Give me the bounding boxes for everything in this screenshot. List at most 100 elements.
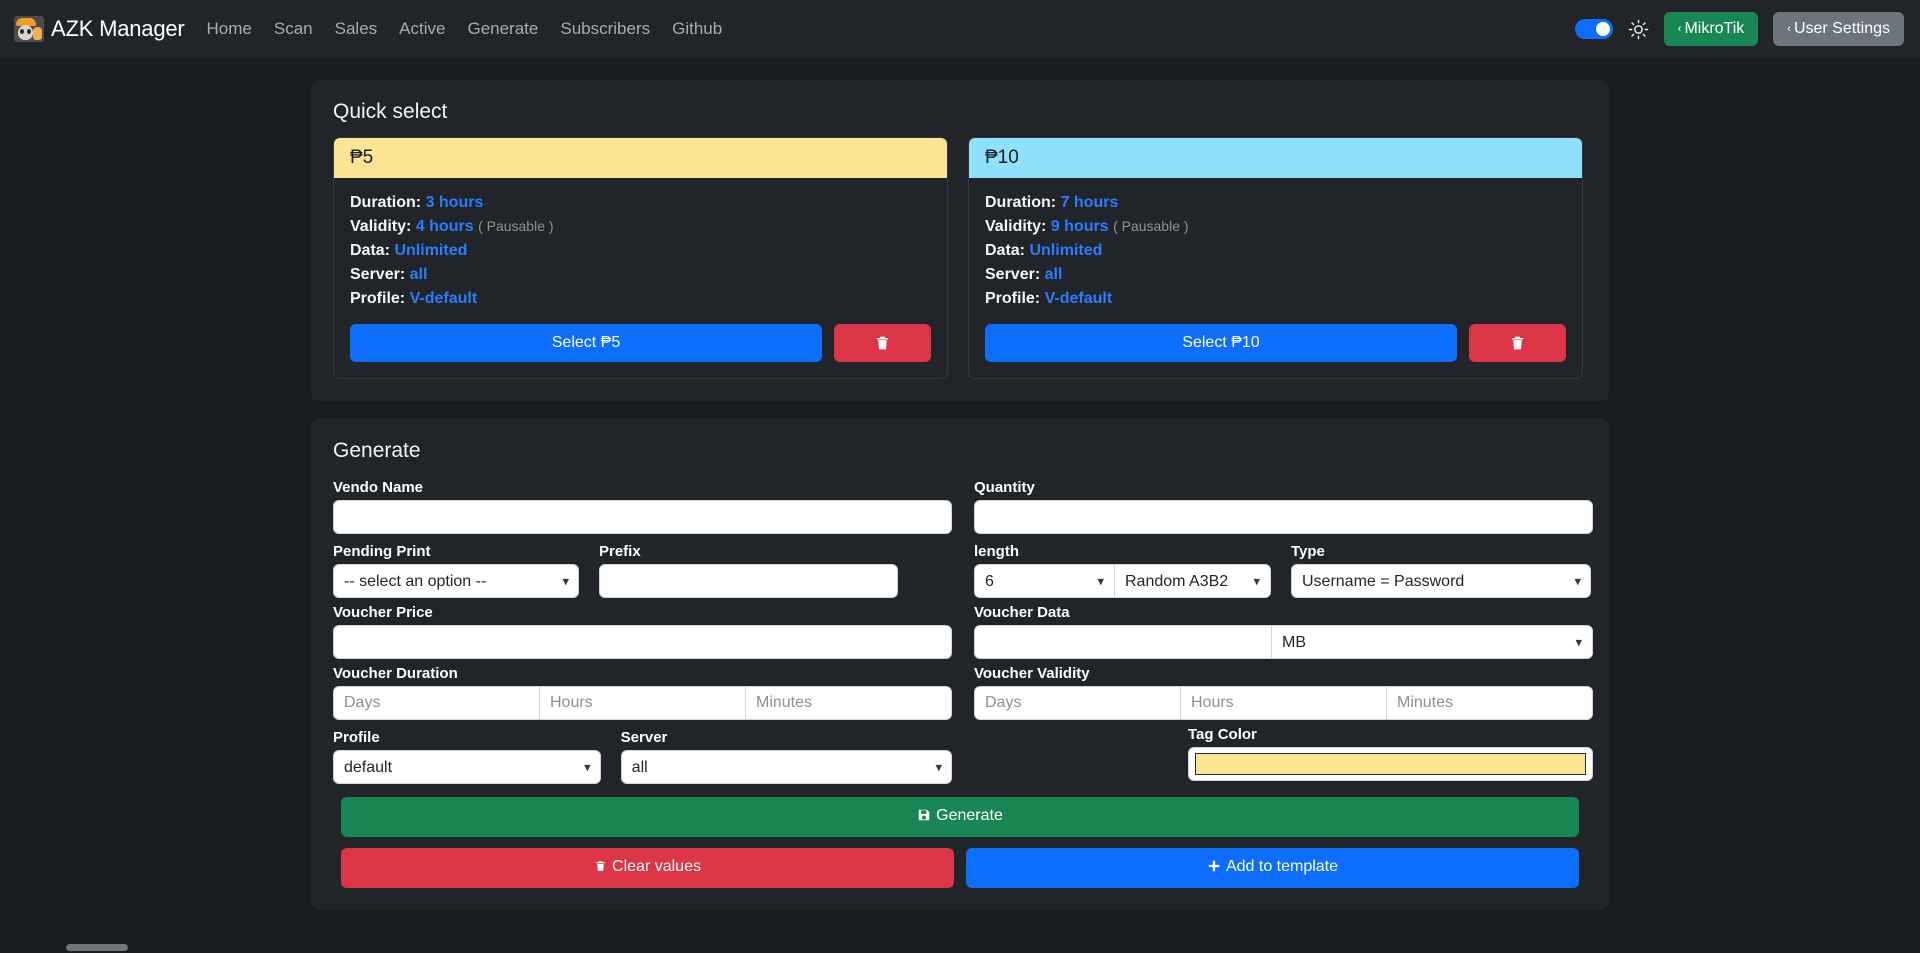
nav-item-subscribers[interactable]: Subscribers <box>560 19 650 39</box>
add-to-template-button[interactable]: Add to template <box>966 848 1579 888</box>
data-value: Unlimited <box>1029 242 1103 259</box>
server-value: all <box>409 266 428 283</box>
profile-server-row: Profile default ▾ Server all ▾ <box>333 726 952 784</box>
nav-item-scan[interactable]: Scan <box>274 19 313 39</box>
select-voucher-button[interactable]: Select ₱5 <box>350 324 822 362</box>
length-group: 6 ▾ Random A3B2 ▾ <box>974 564 1271 598</box>
vendo-name-input[interactable] <box>333 500 952 534</box>
voucher-data-input[interactable] <box>975 626 1271 658</box>
voucher-data-row: Data: Unlimited <box>350 239 931 263</box>
user-settings-button[interactable]: ‹ User Settings <box>1773 12 1904 46</box>
tag-color-swatch[interactable] <box>1195 753 1586 775</box>
theme-toggle-switch[interactable] <box>1574 19 1613 39</box>
voucher-validity-days-input[interactable] <box>975 687 1180 719</box>
prefix-field: Prefix <box>599 540 898 598</box>
generate-title: Generate <box>333 439 421 462</box>
type-label: Type <box>1291 543 1325 560</box>
quantity-label: Quantity <box>974 479 1035 496</box>
voucher-card-actions: Select ₱5 <box>350 324 931 362</box>
type-field: Type Username = Password ▾ <box>1291 540 1591 598</box>
sun-icon[interactable] <box>1628 19 1649 40</box>
generate-secondary-actions: Clear values Add to template <box>341 848 1579 888</box>
length-size-select[interactable]: 6 <box>975 565 1114 597</box>
nav-item-github[interactable]: Github <box>672 19 722 39</box>
duration-value: 7 hours <box>1060 194 1119 211</box>
voucher-data-group: MB ▾ <box>974 625 1593 659</box>
voucher-duration-days-input[interactable] <box>334 687 539 719</box>
clear-values-button[interactable]: Clear values <box>341 848 954 888</box>
prefix-label: Prefix <box>599 543 641 560</box>
voucher-duration-minutes-input[interactable] <box>746 687 951 719</box>
length-field: length 6 ▾ Random A3B2 ▾ <box>974 540 1271 598</box>
voucher-price-label: Voucher Price <box>333 604 433 621</box>
prefix-input[interactable] <box>599 564 898 598</box>
voucher-card-actions: Select ₱10 <box>985 324 1566 362</box>
voucher-data-unit-select[interactable]: MB <box>1272 626 1592 658</box>
nav-item-home[interactable]: Home <box>207 19 252 39</box>
server-label: Server: <box>985 266 1041 283</box>
voucher-validity-row: Validity: 9 hours ( Pausable ) <box>985 215 1566 239</box>
nav-item-active[interactable]: Active <box>399 19 445 39</box>
validity-label: Validity: <box>985 218 1047 235</box>
clear-values-button-label: Clear values <box>612 858 701 875</box>
server-label: Server: <box>350 266 406 283</box>
voucher-validity-row: Validity: 4 hours ( Pausable ) <box>350 215 931 239</box>
voucher-duration-hours-input[interactable] <box>540 687 745 719</box>
quick-select-panel: Quick select ₱5 Duration: 3 hours Validi… <box>311 80 1609 401</box>
top-navbar: AZK Manager Home Scan Sales Active Gener… <box>0 0 1920 58</box>
type-select[interactable]: Username = Password <box>1291 564 1591 598</box>
length-label: length <box>974 543 1019 560</box>
voucher-card-header: ₱5 <box>334 138 947 178</box>
server-select[interactable]: all <box>620 750 952 784</box>
voucher-validity-hours-input[interactable] <box>1181 687 1386 719</box>
save-icon <box>917 808 931 827</box>
delete-voucher-button[interactable] <box>1469 324 1566 362</box>
mikrotik-button[interactable]: ‹ MikroTik <box>1663 12 1759 46</box>
validity-value: 4 hours <box>415 218 474 235</box>
profile-value: V-default <box>409 290 478 307</box>
validity-value: 9 hours <box>1050 218 1109 235</box>
voucher-card-header: ₱10 <box>969 138 1582 178</box>
profile-select[interactable]: default <box>333 750 601 784</box>
add-to-template-button-label: Add to template <box>1225 858 1339 875</box>
nav-item-generate[interactable]: Generate <box>467 19 538 39</box>
mikrotik-button-label: MikroTik <box>1684 20 1745 37</box>
voucher-validity-group <box>974 686 1593 720</box>
pending-print-select[interactable]: -- select an option -- <box>333 564 579 598</box>
pending-print-field: Pending Print -- select an option -- ▾ <box>333 540 579 598</box>
voucher-duration-group <box>333 686 952 720</box>
tag-color-picker[interactable] <box>1188 747 1593 781</box>
generate-right-column: Quantity length 6 ▾ Random A3B2 ▾ Type U… <box>974 476 1593 784</box>
voucher-validity-minutes-input[interactable] <box>1387 687 1592 719</box>
voucher-duration-label: Voucher Duration <box>333 665 458 682</box>
brand-link[interactable]: AZK Manager <box>14 16 185 42</box>
generate-actions: Generate Clear values Add to template <box>333 797 1587 888</box>
delete-voucher-button[interactable] <box>834 324 931 362</box>
voucher-card: ₱5 Duration: 3 hours Validity: 4 hours (… <box>333 137 948 379</box>
voucher-card: ₱10 Duration: 7 hours Validity: 9 hours … <box>968 137 1583 379</box>
horizontal-scrollbar[interactable] <box>0 941 1920 953</box>
voucher-price-input[interactable] <box>333 625 952 659</box>
voucher-price: ₱10 <box>985 147 1019 168</box>
quick-select-card-row: ₱5 Duration: 3 hours Validity: 4 hours (… <box>333 137 1587 379</box>
generate-button[interactable]: Generate <box>341 797 1579 837</box>
navbar-right-group: ‹ MikroTik ‹ User Settings <box>1574 0 1904 58</box>
scrollbar-thumb[interactable] <box>66 944 128 951</box>
generate-panel: Generate Vendo Name Pending Print -- sel… <box>311 419 1609 910</box>
plus-icon <box>1207 859 1221 878</box>
pending-print-label: Pending Print <box>333 543 431 560</box>
profile-field: Profile default ▾ <box>333 726 601 784</box>
generate-left-column: Vendo Name Pending Print -- select an op… <box>333 476 952 784</box>
user-settings-button-label: User Settings <box>1793 20 1890 37</box>
server-label: Server <box>620 729 668 746</box>
length-mode-select[interactable]: Random A3B2 <box>1115 565 1270 597</box>
trash-icon <box>876 336 889 350</box>
validity-note: ( Pausable ) <box>1113 218 1189 234</box>
server-value: all <box>1044 266 1063 283</box>
duration-label: Duration: <box>350 194 422 211</box>
quantity-input[interactable] <box>974 500 1593 534</box>
select-voucher-button[interactable]: Select ₱10 <box>985 324 1457 362</box>
nav-item-sales[interactable]: Sales <box>335 19 378 39</box>
vendo-name-label: Vendo Name <box>333 479 424 496</box>
voucher-duration-row: Duration: 7 hours <box>985 191 1566 215</box>
